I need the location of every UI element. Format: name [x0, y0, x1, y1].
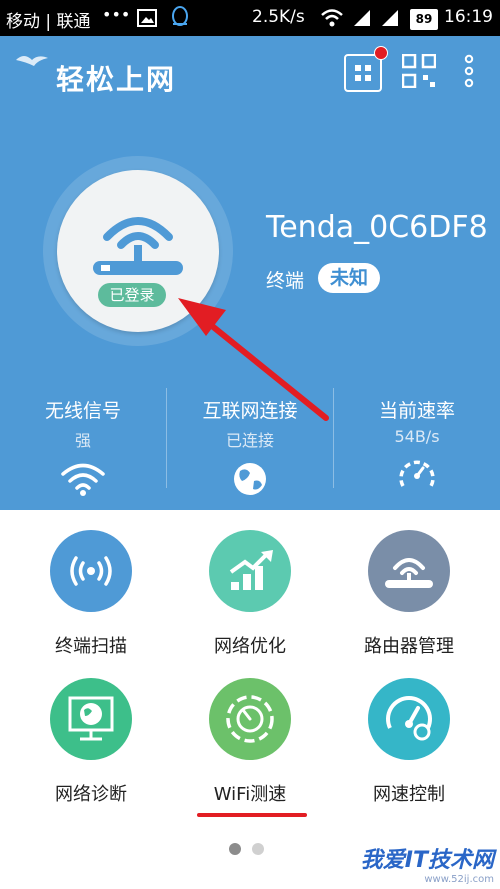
qr-code-button[interactable]: [401, 53, 437, 92]
wifi-status-icon: [321, 9, 343, 27]
watermark-url: www.52ij.com: [424, 874, 494, 885]
page-indicator[interactable]: [229, 840, 270, 859]
tile-icon-circle: [368, 530, 450, 612]
page-dot[interactable]: [252, 843, 265, 855]
signal-icon-1: [354, 10, 370, 26]
tile-icon-circle: [209, 530, 291, 612]
tile-network-diagnosis[interactable]: 网络诊断: [8, 678, 174, 806]
tile-icon-circle: [209, 678, 291, 760]
grid-menu-button[interactable]: [344, 46, 388, 92]
annotation-underline: [197, 813, 307, 817]
gallery-icon: [137, 9, 157, 27]
notification-dot: [374, 46, 388, 60]
tile-icon-circle: [50, 530, 132, 612]
tile-label: 路由器管理: [364, 636, 454, 657]
tile-label: 网络优化: [214, 636, 286, 657]
router-manage-icon: [385, 558, 433, 588]
more-vert-icon: [464, 54, 474, 88]
speed-control-icon: [386, 696, 432, 741]
tile-terminal-scan[interactable]: 终端扫描: [8, 530, 174, 658]
qr-code-icon: [401, 53, 437, 89]
tile-label: WiFi测速: [213, 784, 287, 805]
watermark: 我爱IT技术网 www.52ij.com: [361, 842, 494, 885]
qq-icon: [172, 6, 188, 26]
clock: 16:19: [444, 7, 493, 27]
tile-icon-circle: [50, 678, 132, 760]
tile-icon-circle: [368, 678, 450, 760]
status-bar: 移动 | 联通 ••• 2.5K/s 89 16:19: [0, 0, 500, 36]
tile-label: 网络诊断: [55, 784, 127, 805]
annotation-arrow: [178, 298, 329, 421]
app-bar: 轻松上网: [0, 36, 500, 118]
tile-router-manage[interactable]: 路由器管理: [326, 530, 492, 658]
router-status-panel: 已登录 Tenda_0C6DF8 终端 未知 无线信号 强 互联网连接 已连接 …: [0, 118, 500, 510]
diagnosis-monitor-icon: [68, 696, 114, 741]
watermark-title: 我爱IT技术网: [360, 848, 494, 873]
grid-menu-icon: [355, 65, 371, 81]
more-options-button[interactable]: [462, 54, 476, 92]
tile-speed-control[interactable]: 网速控制: [326, 678, 492, 806]
signal-icon-2: [382, 10, 398, 26]
radar-scan-icon: [70, 556, 112, 586]
optimize-chart-icon: [229, 550, 273, 590]
page-dot-active[interactable]: [229, 843, 241, 855]
bird-logo-icon: [16, 56, 48, 66]
feature-grid: 终端扫描 网络优化 路由器管理 网络诊断 WiFi测速 网速控制 我爱IT技术网…: [0, 510, 500, 889]
tile-label: 终端扫描: [55, 636, 127, 657]
speed-test-icon: [226, 695, 274, 743]
tile-label: 网速控制: [373, 784, 445, 805]
tile-network-optimize[interactable]: 网络优化: [167, 530, 333, 658]
overflow-dots: •••: [102, 5, 131, 24]
app-title: 轻松上网: [56, 63, 177, 96]
battery-level: 89: [415, 12, 433, 26]
tile-wifi-speed-test[interactable]: WiFi测速: [167, 678, 333, 806]
carrier-text: 移动 | 联通: [6, 12, 91, 32]
net-speed: 2.5K/s: [252, 7, 305, 27]
battery-icon: 89: [410, 9, 438, 30]
